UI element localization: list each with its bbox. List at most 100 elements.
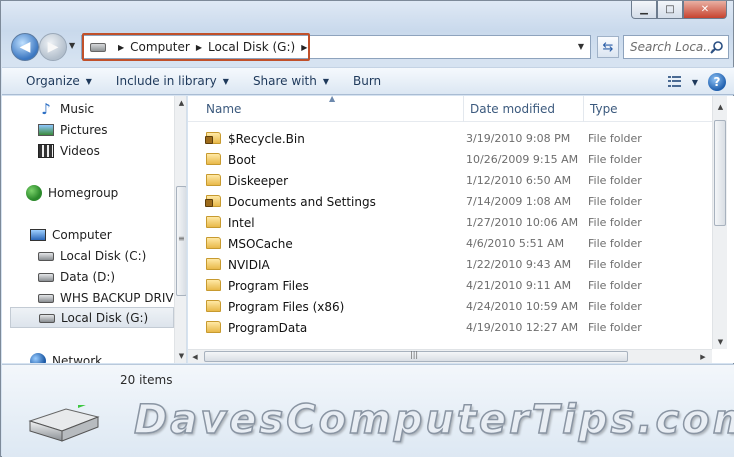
grip-icon: ≡ [178, 234, 185, 243]
nav-item-label: Local Disk (C:) [60, 248, 147, 263]
scroll-up-icon[interactable]: ▲ [175, 96, 186, 110]
folder-icon [206, 174, 221, 186]
nav-item-videos[interactable]: Videos [38, 140, 174, 161]
sort-ascending-icon: ▲ [329, 96, 336, 103]
network-icon [30, 352, 46, 363]
file-row[interactable]: Program Files (x86) 4/24/2010 10:59 AM F… [206, 296, 706, 317]
view-options-chevron-icon[interactable]: ▼ [692, 78, 698, 87]
homegroup-icon [26, 184, 42, 201]
explorer-window: ▁ □ ✕ ◀ ▶ ▼ ▶ Computer ▶ Local Disk (G:)… [0, 0, 734, 457]
navigation-pane: ♪ Music Pictures Videos Homegroup Comput… [2, 96, 187, 363]
refresh-icon: ⇆ [602, 39, 614, 55]
nav-item-pictures[interactable]: Pictures [38, 119, 174, 140]
file-name: Program Files (x86) [228, 299, 345, 314]
nav-item-homegroup[interactable]: Homegroup [26, 182, 174, 203]
file-type: File folder [588, 132, 642, 145]
breadcrumb-separator-icon[interactable]: ▶ [196, 43, 202, 52]
videos-icon [38, 143, 54, 158]
scroll-down-icon[interactable]: ▼ [713, 335, 728, 349]
item-count: 20 items [120, 373, 173, 387]
file-row[interactable]: MSOCache 4/6/2010 5:51 AM File folder [206, 233, 706, 254]
column-type-label: Type [590, 102, 618, 116]
drive-icon [90, 42, 106, 52]
file-date: 4/19/2010 12:27 AM [466, 321, 579, 334]
organize-button[interactable]: Organize ▼ [2, 67, 104, 95]
recent-pages-button[interactable]: ▼ [69, 41, 75, 50]
file-date: 4/6/2010 5:51 AM [466, 237, 565, 250]
burn-label: Burn [353, 74, 382, 88]
breadcrumb-separator-icon[interactable]: ▶ [301, 43, 307, 52]
nav-item-label: Pictures [60, 122, 108, 137]
close-icon: ✕ [700, 4, 710, 15]
search-input[interactable]: Search Loca... [623, 35, 729, 59]
file-name: Program Files [228, 278, 309, 293]
folder-icon [206, 237, 221, 249]
file-scroll-thumb[interactable] [714, 120, 726, 226]
nav-item-computer[interactable]: Computer [30, 224, 174, 245]
file-row[interactable]: Documents and Settings 7/14/2009 1:08 AM… [205, 191, 706, 212]
navigation-bar: ◀ ▶ ▼ ▶ Computer ▶ Local Disk (G:) ▶ ▼ ⇆… [9, 33, 729, 61]
file-type: File folder [588, 237, 642, 250]
scroll-up-icon[interactable]: ▲ [713, 100, 728, 114]
change-view-icon[interactable] [667, 76, 682, 88]
forward-button[interactable]: ▶ [39, 33, 67, 61]
nav-item-data-d[interactable]: Data (D:) [38, 266, 174, 287]
share-with-button[interactable]: Share with ▼ [241, 67, 341, 95]
file-name: NVIDIA [228, 257, 270, 272]
file-type: File folder [588, 279, 642, 292]
file-date: 4/21/2010 9:11 AM [466, 279, 572, 292]
file-name: Boot [228, 152, 256, 167]
address-dropdown-icon[interactable]: ▼ [578, 42, 584, 51]
nav-item-local-disk-c[interactable]: Local Disk (C:) [38, 245, 174, 266]
file-row[interactable]: Boot 10/26/2009 9:15 AM File folder [206, 149, 706, 170]
search-icon[interactable] [710, 40, 724, 54]
window-controls: ▁ □ ✕ [631, 1, 727, 19]
close-button[interactable]: ✕ [683, 1, 727, 19]
include-in-library-button[interactable]: Include in library ▼ [104, 67, 241, 95]
nav-item-local-disk-g[interactable]: Local Disk (G:) [10, 307, 174, 328]
file-date: 1/27/2010 10:06 AM [466, 216, 579, 229]
nav-item-label: Computer [52, 227, 112, 242]
breadcrumb-computer[interactable]: Computer [130, 40, 190, 54]
file-type: File folder [588, 174, 642, 187]
scroll-left-icon[interactable]: ◀ [188, 350, 202, 363]
column-header-type[interactable]: Type [584, 96, 712, 122]
burn-button[interactable]: Burn [341, 67, 393, 95]
address-bar[interactable]: ▶ Computer ▶ Local Disk (G:) ▶ ▼ [81, 35, 591, 59]
back-button[interactable]: ◀ [11, 33, 39, 61]
folder-icon [206, 153, 221, 165]
nav-item-music[interactable]: ♪ Music [38, 98, 174, 119]
file-row[interactable]: $Recycle.Bin 3/19/2010 9:08 PM File fold… [205, 128, 706, 149]
breadcrumb-local-disk-g[interactable]: Local Disk (G:) [208, 40, 295, 54]
command-bar: Organize ▼ Include in library ▼ Share with… [2, 67, 734, 95]
share-label: Share with [252, 74, 317, 88]
file-vertical-scrollbar[interactable]: ▲ ▼ [712, 96, 727, 349]
drive-icon [39, 314, 55, 323]
maximize-button[interactable]: □ [657, 1, 683, 19]
refresh-button[interactable]: ⇆ [597, 36, 619, 58]
file-row[interactable]: Intel 1/27/2010 10:06 AM File folder [206, 212, 706, 233]
file-row[interactable]: NVIDIA 1/22/2010 9:43 AM File folder [206, 254, 706, 275]
file-row[interactable]: Program Files 4/21/2010 9:11 AM File fol… [206, 275, 706, 296]
file-type: File folder [588, 195, 642, 208]
nav-item-network[interactable]: Network [30, 350, 174, 363]
scroll-right-icon[interactable]: ▶ [696, 350, 710, 363]
column-header-date[interactable]: Date modified [464, 96, 584, 122]
nav-item-label: Homegroup [48, 185, 119, 200]
minimize-button[interactable]: ▁ [631, 1, 657, 19]
scroll-down-icon[interactable]: ▼ [175, 349, 186, 363]
nav-scrollbar[interactable]: ▲ ≡ ▼ [174, 96, 186, 363]
breadcrumb-separator-icon[interactable]: ▶ [118, 43, 124, 52]
file-type: File folder [588, 153, 642, 166]
help-icon[interactable]: ? [708, 73, 726, 91]
maximize-icon: □ [665, 4, 675, 15]
column-header-name[interactable]: Name [188, 96, 464, 122]
include-label: Include in library [115, 74, 217, 88]
folder-icon [206, 300, 221, 312]
file-row[interactable]: Diskeeper 1/12/2010 6:50 AM File folder [206, 170, 706, 191]
file-horizontal-scrollbar[interactable]: ◀ ||| ▶ [188, 349, 712, 363]
file-type: File folder [588, 300, 642, 313]
chevron-down-icon: ▼ [322, 76, 329, 86]
nav-item-whs-backup-drive[interactable]: WHS BACKUP DRIVE [38, 287, 174, 308]
file-row[interactable]: ProgramData 4/19/2010 12:27 AM File fold… [206, 317, 706, 338]
